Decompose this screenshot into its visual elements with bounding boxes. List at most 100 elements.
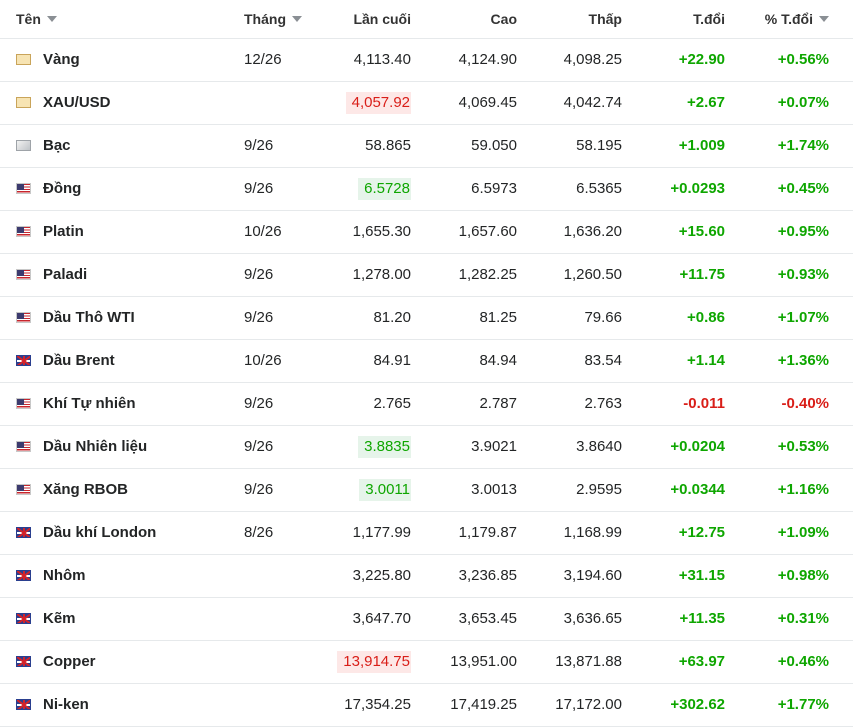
low-cell: 4,098.25 bbox=[563, 51, 622, 68]
instrument-name-link[interactable]: Đồng bbox=[43, 168, 81, 210]
gold-icon bbox=[16, 97, 31, 108]
table-row[interactable]: Dầu khí London 8/26 1,177.99 1,179.87 1,168.… bbox=[0, 512, 853, 555]
table-row[interactable]: Platin 10/26 1,655.30 1,657.60 1,636.20 +15.6… bbox=[0, 211, 853, 254]
change-pct-cell: +0.45% bbox=[777, 180, 829, 197]
change-cell: +2.67 bbox=[687, 94, 725, 111]
low-cell: 3,636.65 bbox=[563, 610, 622, 627]
table-row[interactable]: Dầu Nhiên liệu 9/26 3.8835 3.9021 3.8640 +0.0… bbox=[0, 426, 853, 469]
low-cell: 13,871.88 bbox=[555, 653, 622, 670]
last-price-value: 1,278.00 bbox=[352, 266, 411, 283]
high-cell: 84.94 bbox=[479, 352, 517, 369]
high-cell: 17,419.25 bbox=[450, 696, 517, 713]
change-cell: +1.14 bbox=[687, 352, 725, 369]
low-cell: 79.66 bbox=[584, 309, 622, 326]
last-price-cell: 81.20 bbox=[373, 297, 411, 339]
uk-flag-icon bbox=[16, 570, 31, 581]
table-row[interactable]: Xăng RBOB 9/26 3.0011 3.0013 2.9595 +0.0344 +1… bbox=[0, 469, 853, 512]
table-row[interactable]: Đồng 9/26 6.5728 6.5973 6.5365 +0.0293 +0.45% bbox=[0, 168, 853, 211]
month-cell: 9/26 bbox=[244, 438, 274, 455]
high-cell: 3,236.85 bbox=[458, 567, 517, 584]
instrument-name-link[interactable]: Dầu khí London bbox=[43, 512, 156, 554]
sort-caret-icon[interactable] bbox=[46, 16, 57, 22]
table-row[interactable]: Khí Tự nhiên 9/26 2.765 2.787 2.763 -0.011 -0.… bbox=[0, 383, 853, 426]
column-header-change-pct-label: % T.đổi bbox=[764, 11, 813, 27]
last-price-value: 6.5728 bbox=[358, 178, 411, 200]
us-flag-icon bbox=[16, 226, 31, 237]
column-header-last-label: Lần cuối bbox=[353, 11, 411, 27]
change-cell: +0.0204 bbox=[670, 438, 725, 455]
column-header-change-label: T.đổi bbox=[693, 11, 725, 27]
instrument-name-link[interactable]: Copper bbox=[43, 641, 96, 683]
instrument-name-link[interactable]: Platin bbox=[43, 211, 84, 253]
table-row[interactable]: Nhôm 3,225.80 3,236.85 3,194.60 +31.15 +0.98% bbox=[0, 555, 853, 598]
table-row[interactable]: Paladi 9/26 1,278.00 1,282.25 1,260.50 +11.75… bbox=[0, 254, 853, 297]
instrument-name-link[interactable]: XAU/USD bbox=[43, 82, 111, 124]
low-cell: 6.5365 bbox=[576, 180, 622, 197]
last-price-value: 3,647.70 bbox=[352, 610, 411, 627]
instrument-name-link[interactable]: Dầu Thô WTI bbox=[43, 297, 135, 339]
instrument-name-link[interactable]: Dầu Nhiên liệu bbox=[43, 426, 147, 468]
silver-icon bbox=[16, 140, 31, 151]
high-cell: 1,657.60 bbox=[458, 223, 517, 240]
instrument-name-link[interactable]: Khí Tự nhiên bbox=[43, 383, 136, 425]
high-cell: 1,282.25 bbox=[458, 266, 517, 283]
last-price-value: 84.91 bbox=[373, 352, 411, 369]
last-price-cell: 13,914.75 bbox=[337, 641, 411, 683]
change-pct-cell: +1.77% bbox=[777, 696, 829, 713]
last-price-value: 4,113.40 bbox=[353, 51, 411, 68]
change-pct-cell: -0.40% bbox=[781, 395, 829, 412]
instrument-name-link[interactable]: Xăng RBOB bbox=[43, 469, 128, 511]
table-row[interactable]: Vàng 12/26 4,113.40 4,124.90 4,098.25 +22.90 +… bbox=[0, 39, 853, 82]
column-header-month-label: Tháng bbox=[244, 11, 286, 27]
last-price-cell: 84.91 bbox=[373, 340, 411, 382]
table-header: Tên Tháng Lần cuối Cao Thấp T.đổi % T.đổ… bbox=[0, 0, 853, 39]
sort-caret-icon[interactable] bbox=[292, 16, 302, 22]
instrument-name-link[interactable]: Dầu Brent bbox=[43, 340, 115, 382]
last-price-cell: 1,177.99 bbox=[353, 512, 411, 554]
high-cell: 2.787 bbox=[479, 395, 517, 412]
month-cell: 9/26 bbox=[244, 180, 274, 197]
change-cell: +0.0293 bbox=[670, 180, 725, 197]
column-header-change-pct[interactable]: % T.đổi bbox=[765, 0, 829, 38]
table-row[interactable]: Dầu Brent 10/26 84.91 84.94 83.54 +1.14 +1.36% bbox=[0, 340, 853, 383]
change-cell: +63.97 bbox=[678, 653, 725, 670]
table-row[interactable]: XAU/USD 4,057.92 4,069.45 4,042.74 +2.67 +0.0… bbox=[0, 82, 853, 125]
us-flag-icon bbox=[16, 312, 31, 323]
table-row[interactable]: Kẽm 3,647.70 3,653.45 3,636.65 +11.35 +0.31% bbox=[0, 598, 853, 641]
low-cell: 2.9595 bbox=[576, 481, 622, 498]
instrument-name-link[interactable]: Ni-ken bbox=[43, 684, 89, 726]
table-row[interactable]: Bạc 9/26 58.865 59.050 58.195 +1.009 +1.74% bbox=[0, 125, 853, 168]
instrument-name-link[interactable]: Vàng bbox=[43, 39, 80, 81]
table-row[interactable]: Copper 13,914.75 13,951.00 13,871.88 +63.97 +… bbox=[0, 641, 853, 684]
high-cell: 1,179.87 bbox=[458, 524, 517, 541]
last-price-cell: 2.765 bbox=[373, 383, 411, 425]
change-cell: +15.60 bbox=[678, 223, 725, 240]
last-price-value: 2.765 bbox=[373, 395, 411, 412]
column-header-name[interactable]: Tên bbox=[16, 0, 57, 38]
change-pct-cell: +0.56% bbox=[777, 51, 829, 68]
last-price-cell: 3,647.70 bbox=[353, 598, 411, 640]
table-row[interactable]: Ni-ken 17,354.25 17,419.25 17,172.00 +302.62… bbox=[0, 684, 853, 727]
column-header-month[interactable]: Tháng bbox=[244, 0, 302, 38]
us-flag-icon bbox=[16, 183, 31, 194]
month-cell: 10/26 bbox=[244, 352, 282, 369]
instrument-name-link[interactable]: Bạc bbox=[43, 125, 71, 167]
change-cell: +11.75 bbox=[679, 266, 725, 283]
column-header-high[interactable]: Cao bbox=[491, 0, 517, 38]
uk-flag-icon bbox=[16, 527, 31, 538]
column-header-low[interactable]: Thấp bbox=[589, 0, 622, 38]
change-pct-cell: +1.74% bbox=[777, 137, 829, 154]
instrument-name-link[interactable]: Paladi bbox=[43, 254, 87, 296]
last-price-cell: 58.865 bbox=[365, 125, 411, 167]
last-price-value: 3.0011 bbox=[359, 479, 411, 501]
table-row[interactable]: Dầu Thô WTI 9/26 81.20 81.25 79.66 +0.86 +1.07… bbox=[0, 297, 853, 340]
instrument-name-link[interactable]: Kẽm bbox=[43, 598, 76, 640]
high-cell: 3.9021 bbox=[471, 438, 517, 455]
sort-caret-icon[interactable] bbox=[819, 16, 829, 22]
instrument-name-link[interactable]: Nhôm bbox=[43, 555, 86, 597]
low-cell: 3,194.60 bbox=[563, 567, 622, 584]
column-header-change[interactable]: T.đổi bbox=[693, 0, 725, 38]
column-header-last[interactable]: Lần cuối bbox=[353, 0, 411, 38]
commodities-table: Tên Tháng Lần cuối Cao Thấp T.đổi % T.đổ… bbox=[0, 0, 853, 727]
last-price-value: 3.8835 bbox=[358, 436, 411, 458]
